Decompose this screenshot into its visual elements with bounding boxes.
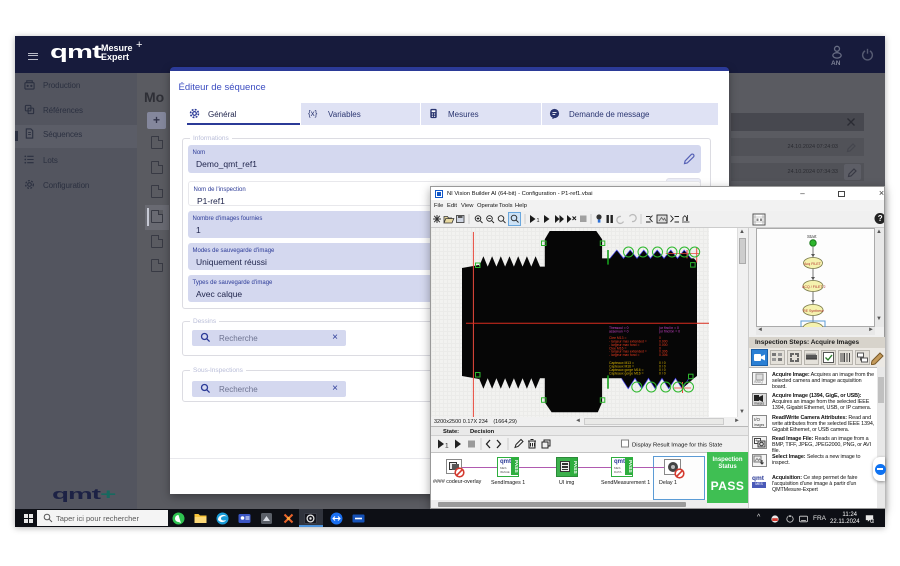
svg-text:1: 1 xyxy=(537,218,540,224)
svg-text:1: 1 xyxy=(445,443,449,450)
svg-text:- largeur max fond =: - largeur max fond = xyxy=(609,353,639,357)
svg-text:Acq FILET: Acq FILET xyxy=(804,262,822,266)
svg-text:Capteaux gorge M16 =: Capteaux gorge M16 = xyxy=(609,372,644,376)
svg-text:I/O: I/O xyxy=(754,417,761,422)
svg-text:IMAQ: IMAQ xyxy=(754,380,763,384)
svg-text:Start: Start xyxy=(807,234,817,239)
svg-text:1: 1 xyxy=(871,519,873,523)
svg-text:0 / 0: 0 / 0 xyxy=(659,372,666,376)
svg-text:ACQ / FILET 2: ACQ / FILET 2 xyxy=(802,285,826,289)
svg-text:Display Result Image for this: Display Result Image for this State xyxy=(632,443,723,449)
svg-text:asservun = 0: asservun = 0 xyxy=(609,330,629,334)
svg-text:images: images xyxy=(754,402,765,406)
svg-text:?: ? xyxy=(878,214,883,223)
svg-text:RE Synthese: RE Synthese xyxy=(803,309,824,313)
svg-text:images: images xyxy=(754,423,765,427)
svg-text:(or find bn = 0: (or find bn = 0 xyxy=(659,330,680,334)
svg-text:0.306: 0.306 xyxy=(659,353,668,357)
